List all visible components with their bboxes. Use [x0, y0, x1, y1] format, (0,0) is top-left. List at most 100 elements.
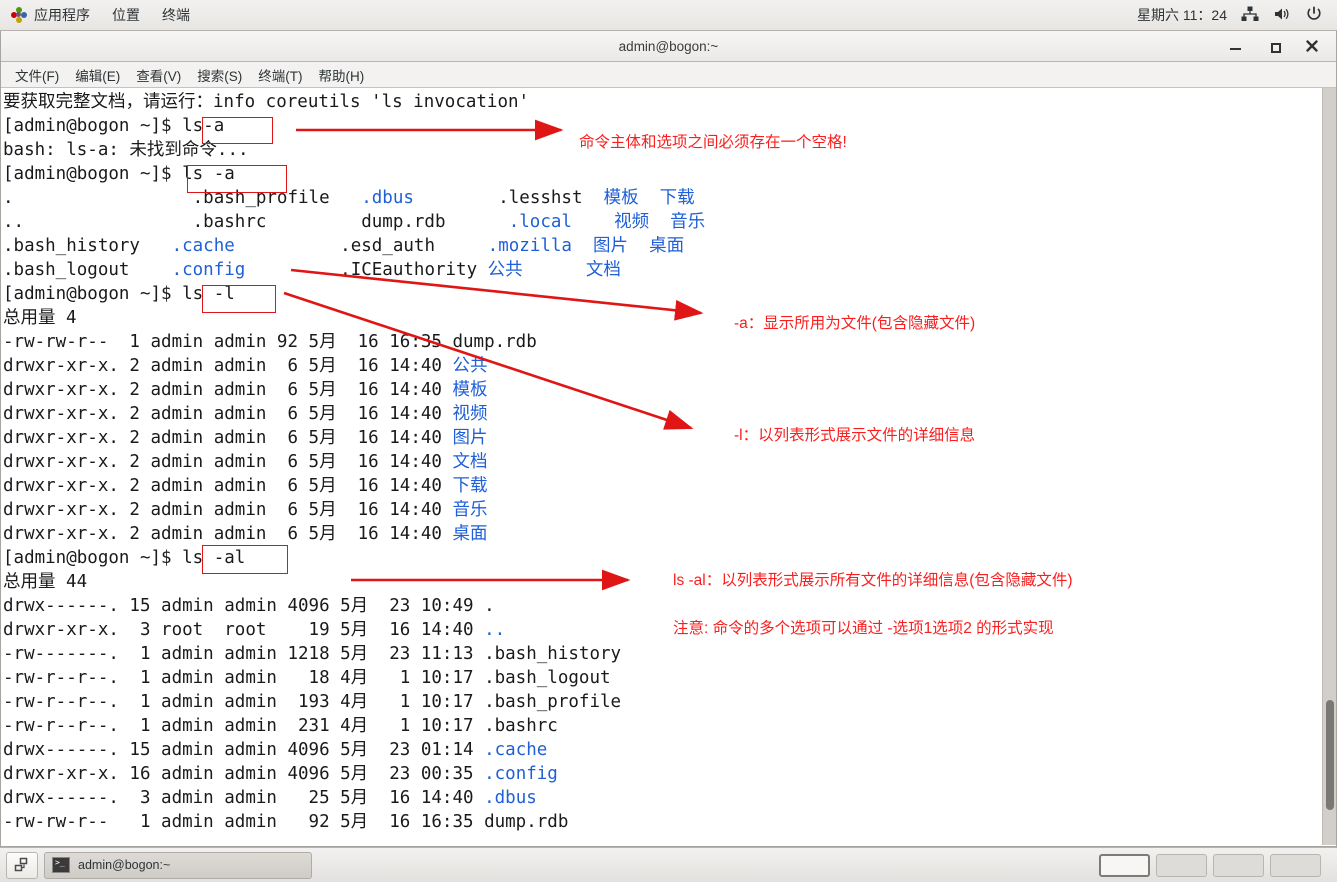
- terminal-text: .bash_history: [3, 236, 172, 256]
- annotation-note: 命令主体和选项之间必须存在一个空格!: [579, 134, 847, 151]
- terminal-text: drwxr-xr-x. 2 admin admin 6 5月 16 14:40: [3, 356, 453, 376]
- annotation-note: ls -al：以列表形式展示所有文件的详细信息(包含隐藏文件): [673, 572, 1073, 589]
- terminal-text: drwxr-xr-x. 2 admin admin 6 5月 16 14:40: [3, 380, 453, 400]
- taskbar-window-button[interactable]: >_ admin@bogon:~: [44, 851, 312, 879]
- terminal-dir-name: .local: [508, 212, 572, 232]
- maximize-button[interactable]: [1266, 38, 1282, 54]
- terminal-dir-name: 文档: [585, 260, 621, 280]
- menu-terminal[interactable]: 终端: [151, 0, 201, 31]
- terminal-text: .bash_logout: [3, 260, 172, 280]
- terminal-dir-name: .cache: [171, 236, 235, 256]
- terminal-line: drwxr-xr-x. 16 admin admin 4096 5月 23 00…: [3, 762, 705, 786]
- terminal-line: drwx------. 3 admin admin 25 5月 16 14:40…: [3, 786, 705, 810]
- workspace-1[interactable]: [1099, 853, 1150, 877]
- terminal-text: drwxr-xr-x. 2 admin admin 6 5月 16 14:40: [3, 500, 453, 520]
- annotation-note: -l：以列表形式展示文件的详细信息: [734, 427, 976, 444]
- ls-space-a-box: [187, 165, 287, 193]
- menu-terminal[interactable]: 终端(T): [250, 62, 310, 88]
- window-controls: [1228, 38, 1336, 54]
- terminal-line: drwxr-xr-x. 2 admin admin 6 5月 16 14:40 …: [3, 402, 705, 426]
- terminal-text: drwxr-xr-x. 3 root root 19 5月 16 14:40: [3, 620, 485, 640]
- terminal-scrollbar-thumb[interactable]: [1326, 700, 1334, 810]
- terminal-menubar: 文件(F) 编辑(E) 查看(V) 搜索(S) 终端(T) 帮助(H): [1, 62, 1336, 88]
- terminal-text: drwxr-xr-x. 16 admin admin 4096 5月 23 00…: [3, 764, 485, 784]
- terminal-line: -rw-r--r--. 1 admin admin 231 4月 1 10:17…: [3, 714, 705, 738]
- terminal-line: drwxr-xr-x. 2 admin admin 6 5月 16 14:40 …: [3, 498, 705, 522]
- terminal-line: 总用量 4: [3, 306, 705, 330]
- network-icon[interactable]: [1241, 6, 1259, 25]
- terminal-scrollbar[interactable]: [1322, 88, 1336, 845]
- terminal-text: .lesshst: [413, 188, 604, 208]
- terminal-text: drwx------. 15 admin admin 4096 5月 23 10…: [3, 596, 495, 616]
- terminal-dir-name: 模板: [452, 380, 488, 400]
- terminal-text: 要获取完整文档，请运行：info coreutils 'ls invocatio…: [3, 92, 530, 112]
- terminal-line: drwxr-xr-x. 3 root root 19 5月 16 14:40 .…: [3, 618, 705, 642]
- show-desktop-button[interactable]: [6, 851, 38, 879]
- terminal-text: . .bash_profile: [3, 188, 362, 208]
- close-button[interactable]: [1304, 38, 1320, 54]
- terminal-text: .. .bashrc dump.rdb: [3, 212, 509, 232]
- terminal-output: 要获取完整文档，请运行：info coreutils 'ls invocatio…: [1, 88, 705, 834]
- terminal-line: drwxr-xr-x. 2 admin admin 6 5月 16 14:40 …: [3, 474, 705, 498]
- terminal-line: .. .bashrc dump.rdb .local 视频 音乐: [3, 210, 705, 234]
- terminal-dir-name: 图片 桌面: [593, 236, 685, 256]
- terminal-dir-name: .config: [484, 764, 558, 784]
- power-icon[interactable]: [1305, 6, 1323, 25]
- terminal-dir-name: 桌面: [452, 524, 488, 544]
- terminal-line: -rw-------. 1 admin admin 1218 5月 23 11:…: [3, 642, 705, 666]
- clock[interactable]: 星期六 11：24: [1137, 5, 1227, 25]
- menu-search[interactable]: 搜索(S): [189, 62, 250, 88]
- workspace-3[interactable]: [1213, 853, 1264, 877]
- terminal-line: [admin@bogon ~]$ ls -al: [3, 546, 705, 570]
- terminal-screen[interactable]: 要获取完整文档，请运行：info coreutils 'ls invocatio…: [1, 88, 1336, 845]
- terminal-line: drwx------. 15 admin admin 4096 5月 23 10…: [3, 594, 705, 618]
- gnome-top-panel: 应用程序 位置 终端 星期六 11：24: [0, 0, 1337, 31]
- menu-view[interactable]: 查看(V): [128, 62, 189, 88]
- terminal-dir-name: 图片: [452, 428, 488, 448]
- minimize-button[interactable]: [1228, 38, 1244, 54]
- terminal-dir-name: ..: [484, 620, 506, 640]
- terminal-text: drwxr-xr-x. 2 admin admin 6 5月 16 14:40: [3, 476, 453, 496]
- terminal-line: drwx------. 15 admin admin 4096 5月 23 01…: [3, 738, 705, 762]
- terminal-line: -rw-rw-r-- 1 admin admin 92 5月 16 16:35 …: [3, 330, 705, 354]
- menu-terminal-label: 终端: [162, 7, 190, 23]
- terminal-line: drwxr-xr-x. 2 admin admin 6 5月 16 14:40 …: [3, 450, 705, 474]
- terminal-text: -rw-r--r--. 1 admin admin 193 4月 1 10:17…: [3, 692, 622, 712]
- terminal-text: -rw-r--r--. 1 admin admin 231 4月 1 10:17…: [3, 716, 558, 736]
- menu-edit[interactable]: 编辑(E): [67, 62, 128, 88]
- menu-places[interactable]: 位置: [101, 0, 151, 31]
- ls-a-highlight-box: [202, 117, 273, 144]
- annotation-note: -a：显示所用为文件(包含隐藏文件): [734, 315, 976, 332]
- terminal-line: drwxr-xr-x. 2 admin admin 6 5月 16 14:40 …: [3, 378, 705, 402]
- terminal-line: drwxr-xr-x. 2 admin admin 6 5月 16 14:40 …: [3, 522, 705, 546]
- terminal-text: drwx------. 3 admin admin 25 5月 16 14:40: [3, 788, 485, 808]
- terminal-line: [admin@bogon ~]$ ls -a: [3, 162, 705, 186]
- terminal-dir-name: 模板 下载: [603, 188, 695, 208]
- menu-file[interactable]: 文件(F): [7, 62, 67, 88]
- terminal-text: [admin@bogon ~]$ ls -l: [3, 284, 235, 304]
- terminal-line: drwxr-xr-x. 2 admin admin 6 5月 16 14:40 …: [3, 426, 705, 450]
- terminal-text: drwxr-xr-x. 2 admin admin 6 5月 16 14:40: [3, 404, 453, 424]
- terminal-text: .esd_auth: [234, 236, 488, 256]
- menu-applications[interactable]: 应用程序: [0, 0, 101, 31]
- menu-help[interactable]: 帮助(H): [311, 62, 373, 88]
- annotation-note: 注意: 命令的多个选项可以通过 -选项1选项2 的形式实现: [673, 620, 1054, 637]
- workspace-2[interactable]: [1156, 853, 1207, 877]
- terminal-dir-name: 音乐: [452, 500, 488, 520]
- volume-icon[interactable]: [1273, 6, 1291, 25]
- terminal-text: drwxr-xr-x. 2 admin admin 6 5月 16 14:40: [3, 428, 453, 448]
- applications-logo-icon: [11, 7, 27, 23]
- workspace-4[interactable]: [1270, 853, 1321, 877]
- terminal-dir-name: 下载: [452, 476, 488, 496]
- terminal-text: .ICEauthority: [245, 260, 488, 280]
- terminal-line: .bash_history .cache .esd_auth .mozilla …: [3, 234, 705, 258]
- terminal-dir-name: 公共: [452, 356, 488, 376]
- ls-l-box: [202, 285, 276, 313]
- terminal-text: drwxr-xr-x. 2 admin admin 6 5月 16 14:40: [3, 524, 453, 544]
- terminal-text: -rw-rw-r-- 1 admin admin 92 5月 16 16:35 …: [3, 332, 537, 352]
- bottom-taskbar: >_ admin@bogon:~: [0, 847, 1337, 882]
- window-titlebar[interactable]: admin@bogon:~: [1, 31, 1336, 62]
